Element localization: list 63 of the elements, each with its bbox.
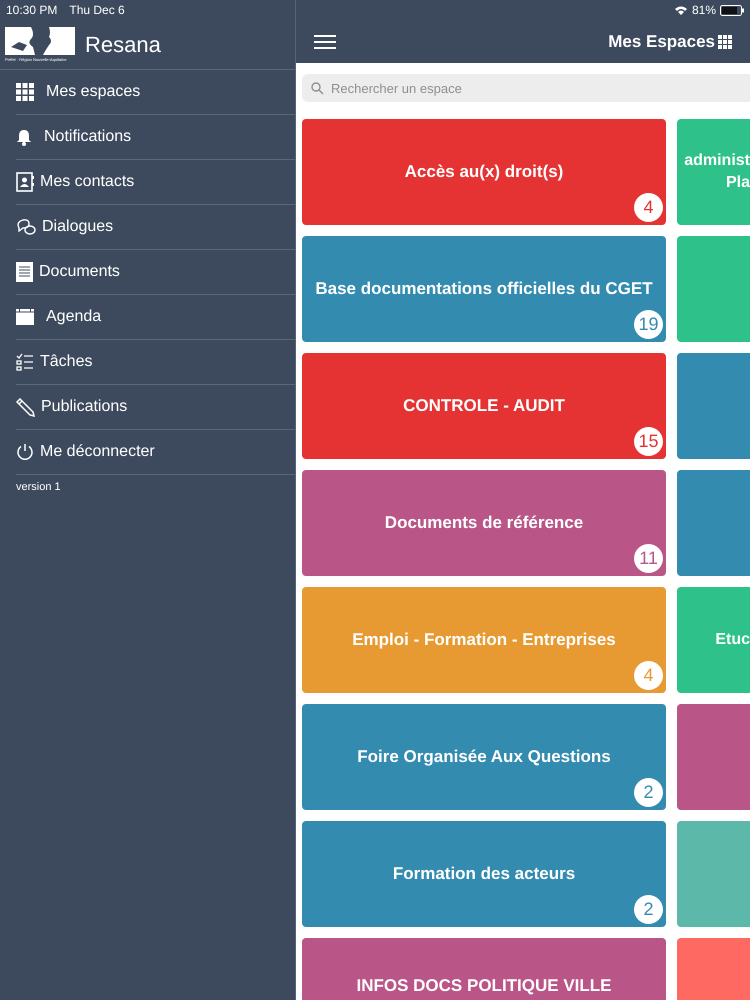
sidebar-item[interactable]: Notifications: [16, 115, 295, 160]
space-tile[interactable]: Etuc: [677, 587, 750, 693]
count-badge: 15: [634, 427, 663, 456]
sidebar-item[interactable]: Dialogues: [16, 205, 295, 250]
menu-icon[interactable]: [314, 34, 336, 48]
page-title: Mes Espaces: [608, 30, 715, 53]
space-title: Base documentations officielles du CGET: [314, 279, 654, 299]
space-title: INFOS DOCS POLITIQUE VILLE: [355, 976, 613, 996]
space-tile[interactable]: INFOS DOCS POLITIQUE VILLE: [302, 938, 666, 1000]
space-title: Emploi - Formation - Entreprises: [351, 630, 617, 650]
calendar-icon: [16, 309, 34, 325]
space-title: Foire Organisée Aux Questions: [356, 747, 612, 767]
status-date: Thu Dec 6: [69, 2, 125, 19]
sidebar-item[interactable]: Mes contacts: [16, 160, 295, 205]
logo: [5, 26, 75, 56]
count-badge: 2: [634, 895, 663, 924]
space-title: Documents de référence: [384, 513, 584, 533]
space-tile[interactable]: [677, 704, 750, 810]
document-icon: [16, 262, 33, 282]
sidebar-item[interactable]: Me déconnecter: [16, 430, 295, 475]
space-tile[interactable]: CONTROLE - AUDIT 15: [302, 353, 666, 459]
space-tile[interactable]: Accès au(x) droit(s) 4: [302, 119, 666, 225]
space-tile[interactable]: administ Pla: [677, 119, 750, 225]
checklist-icon: [16, 353, 34, 371]
count-badge: 4: [634, 661, 663, 690]
status-time: 10:30 PM: [6, 2, 58, 19]
space-title: CONTROLE - AUDIT: [402, 396, 566, 416]
space-title: Formation des acteurs: [392, 864, 576, 884]
power-icon: [16, 443, 34, 461]
space-title: Accès au(x) droit(s): [404, 162, 564, 182]
grid-icon[interactable]: [718, 34, 732, 48]
app-name: Resana: [85, 31, 161, 59]
battery-percent: 81%: [692, 2, 716, 19]
chat-bubbles-icon: [16, 218, 36, 236]
space-tile[interactable]: Documents de référence 11: [302, 470, 666, 576]
sidebar-item[interactable]: Agenda: [16, 295, 295, 340]
grid-icon: [16, 83, 34, 101]
pencil-icon: [16, 398, 35, 416]
sidebar-item[interactable]: Publications: [16, 385, 295, 430]
version-label: version 1: [16, 480, 62, 495]
search-field[interactable]: Rechercher un espace: [302, 74, 750, 102]
space-tile[interactable]: Formation des acteurs 2: [302, 821, 666, 927]
address-book-icon: [16, 172, 34, 192]
sidebar-item[interactable]: Tâches: [16, 340, 295, 385]
space-tile[interactable]: [677, 353, 750, 459]
space-tile[interactable]: [677, 821, 750, 927]
space-tile[interactable]: Emploi - Formation - Entreprises 4: [302, 587, 666, 693]
sidebar-item[interactable]: Documents: [16, 250, 295, 295]
space-tile[interactable]: Base documentations officielles du CGET 19: [302, 236, 666, 342]
sidebar-item[interactable]: Mes espaces: [16, 70, 295, 115]
battery-icon: [720, 4, 744, 16]
count-badge: 2: [634, 778, 663, 807]
space-tile[interactable]: [677, 236, 750, 342]
space-title: Etuc: [715, 630, 750, 650]
space-tile[interactable]: Foire Organisée Aux Questions 2: [302, 704, 666, 810]
count-badge: 19: [634, 310, 663, 339]
wifi-icon: [674, 4, 688, 16]
count-badge: 11: [634, 544, 663, 573]
space-title: administ Pla: [684, 151, 750, 193]
bell-icon: [16, 128, 32, 146]
space-tile[interactable]: [677, 470, 750, 576]
count-badge: 4: [634, 193, 663, 222]
search-icon: [311, 82, 324, 95]
